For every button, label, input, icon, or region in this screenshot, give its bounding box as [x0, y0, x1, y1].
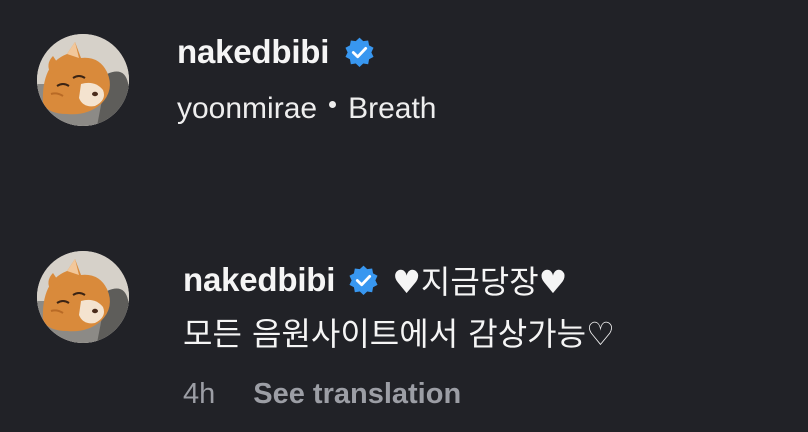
cat-avatar-image: [37, 251, 129, 343]
separator-dot: [329, 100, 337, 108]
comment-timestamp: 4h: [183, 378, 216, 410]
see-translation-button[interactable]: See translation: [253, 378, 461, 411]
comment-text-line1: ♥지금당장♥: [392, 263, 568, 301]
music-info[interactable]: yoonmirae Breath: [177, 92, 436, 126]
comment-meta: 4h See translation: [183, 378, 461, 411]
music-artist[interactable]: yoonmirae: [177, 92, 317, 126]
cat-avatar-image: [37, 34, 129, 126]
verified-badge-icon: [347, 264, 380, 297]
comment-avatar[interactable]: [37, 251, 129, 343]
comment-text-line2: 모든 음원사이트에서 감상가능♡: [183, 315, 615, 353]
post-header: nakedbibi: [177, 32, 376, 72]
verified-badge-icon: [343, 36, 376, 69]
post-username[interactable]: nakedbibi: [177, 33, 329, 71]
comment-username[interactable]: nakedbibi: [183, 261, 335, 299]
instagram-post-view: nakedbibi yoonmirae Breath nakedbibi ♥지금…: [0, 0, 808, 432]
avatar[interactable]: [37, 34, 129, 126]
music-title[interactable]: Breath: [348, 92, 436, 126]
comment-header: nakedbibi ♥지금당장♥: [183, 260, 568, 301]
